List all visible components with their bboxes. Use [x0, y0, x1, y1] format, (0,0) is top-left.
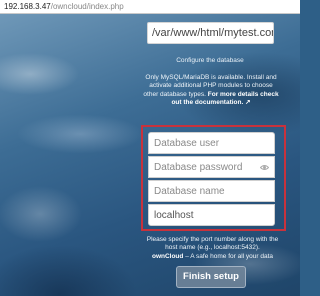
database-host-field[interactable]: localhost [148, 204, 275, 226]
configure-database-label: Configure the database [176, 57, 244, 64]
url-path: /owncloud/index.php [50, 2, 124, 11]
database-user-field[interactable]: Database user [148, 132, 275, 154]
tagline-brand: ownCloud [151, 253, 184, 260]
database-info-text: Only MySQL/MariaDB is available. Install… [142, 74, 280, 107]
port-hint-text: Please specify the port number along wit… [146, 236, 279, 252]
finish-setup-button[interactable]: Finish setup [176, 266, 246, 288]
address-bar[interactable]: 192.168.3.47/owncloud/index.php [0, 0, 300, 14]
data-folder-input[interactable]: /var/www/html/mytest.com/ [147, 22, 274, 44]
tagline-text: – A safe home for all your data [183, 253, 274, 260]
url-text[interactable]: 192.168.3.47/owncloud/index.php [4, 2, 124, 11]
eye-icon[interactable] [260, 163, 269, 172]
database-password-field[interactable]: Database password [148, 156, 275, 178]
database-name-field[interactable]: Database name [148, 180, 275, 202]
url-host: 192.168.3.47 [4, 2, 51, 11]
database-password-placeholder: Database password [154, 162, 243, 173]
tagline: ownCloud – A safe home for all your data [140, 253, 285, 260]
